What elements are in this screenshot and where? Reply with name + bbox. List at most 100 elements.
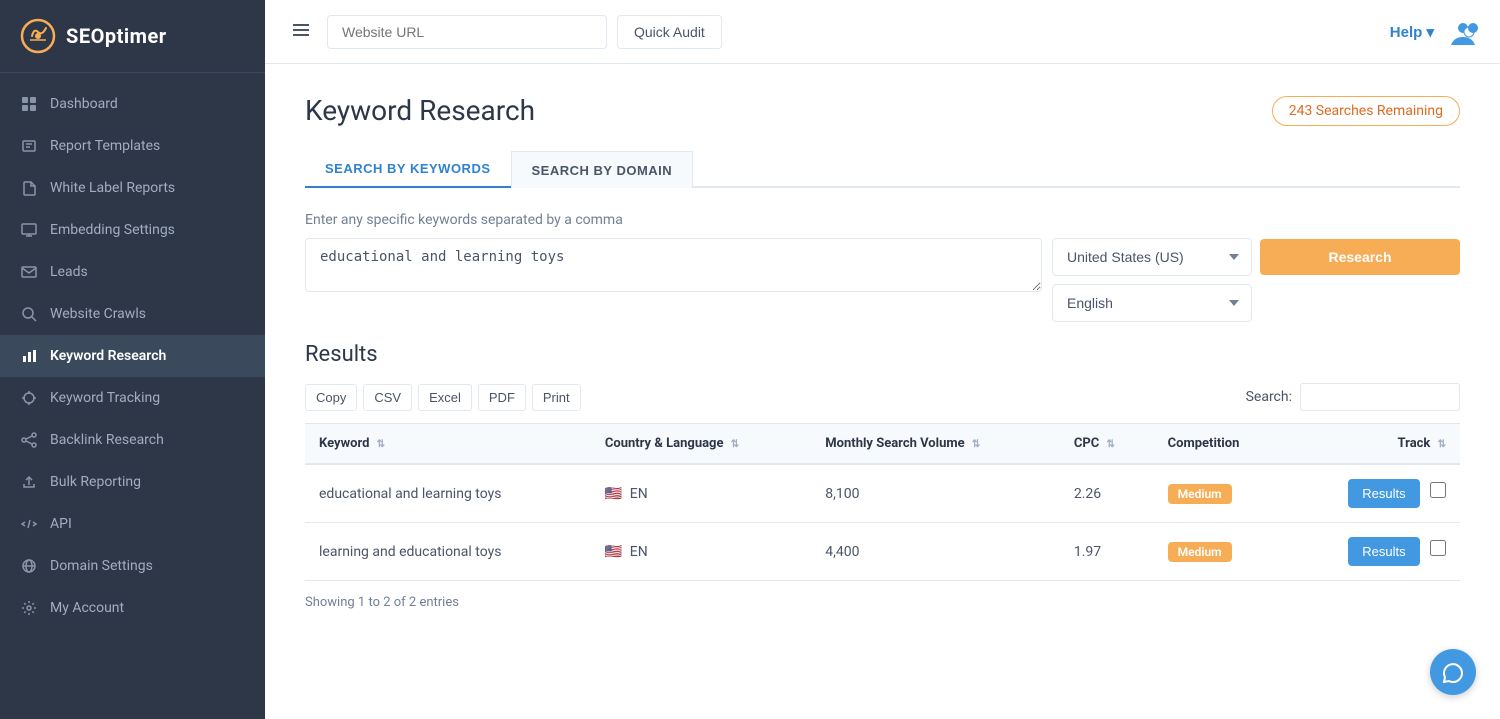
- col-track: Track ⇅: [1289, 424, 1460, 465]
- upload-icon: [20, 473, 38, 491]
- sidebar-item-backlink-research-label: Backlink Research: [50, 432, 164, 448]
- sidebar-item-dashboard[interactable]: Dashboard: [0, 83, 265, 125]
- competition-badge-1: Medium: [1168, 484, 1232, 504]
- content-area: Keyword Research 243 Searches Remaining …: [265, 64, 1500, 719]
- seoptimer-logo-icon: [20, 18, 56, 54]
- sidebar-item-domain-settings-label: Domain Settings: [50, 558, 153, 574]
- mail-icon: [20, 263, 38, 281]
- logo-area: SEOptimer: [0, 0, 265, 73]
- sidebar-item-leads-label: Leads: [50, 264, 88, 280]
- search-controls: United States (US) United Kingdom (UK) C…: [1052, 238, 1460, 322]
- sidebar-item-website-crawls-label: Website Crawls: [50, 306, 146, 322]
- help-button[interactable]: Help ▾: [1390, 23, 1434, 41]
- sidebar-item-domain-settings[interactable]: Domain Settings: [0, 545, 265, 587]
- chat-bubble-button[interactable]: [1430, 649, 1476, 695]
- table-header-row: Keyword ⇅ Country & Language ⇅ Monthly S…: [305, 424, 1460, 465]
- table-row: learning and educational toys 🇺🇸 EN 4,40…: [305, 523, 1460, 581]
- keyword-sort-icon[interactable]: ⇅: [377, 439, 385, 450]
- competition-cell-2: Medium: [1154, 523, 1290, 581]
- quick-audit-button[interactable]: Quick Audit: [617, 15, 722, 49]
- sidebar-item-dashboard-label: Dashboard: [50, 96, 118, 112]
- col-cpc: CPC ⇅: [1060, 424, 1154, 465]
- sidebar-item-api-label: API: [50, 516, 72, 532]
- col-keyword: Keyword ⇅: [305, 424, 591, 465]
- crosshair-icon: [20, 389, 38, 407]
- col-country-lang: Country & Language ⇅: [591, 424, 811, 465]
- search-row: United States (US) United Kingdom (UK) C…: [305, 238, 1460, 322]
- flag-icon-1: 🇺🇸: [605, 486, 622, 502]
- user-avatar-icon[interactable]: [1446, 15, 1480, 49]
- print-button[interactable]: Print: [532, 384, 581, 411]
- country-lang-cell-1: 🇺🇸 EN: [591, 464, 811, 523]
- competition-cell-1: Medium: [1154, 464, 1290, 523]
- sidebar-item-backlink-research[interactable]: Backlink Research: [0, 419, 265, 461]
- tab-search-by-keywords[interactable]: SEARCH BY KEYWORDS: [305, 151, 511, 188]
- results-button-1[interactable]: Results: [1348, 479, 1419, 508]
- sidebar: SEOptimer Dashboard Report Templates Whi…: [0, 0, 265, 719]
- sidebar-item-keyword-research-label: Keyword Research: [50, 348, 166, 364]
- sidebar-item-leads[interactable]: Leads: [0, 251, 265, 293]
- search-filter: Search:: [1246, 383, 1460, 411]
- topbar-right: Help ▾: [1390, 15, 1480, 49]
- keyword-link-2[interactable]: learning and educational toys: [319, 544, 501, 560]
- monthly-search-sort-icon[interactable]: ⇅: [972, 439, 980, 450]
- table-search-input[interactable]: [1300, 383, 1460, 411]
- keyword-cell-1: educational and learning toys: [305, 464, 591, 523]
- col-monthly-search: Monthly Search Volume ⇅: [811, 424, 1060, 465]
- results-toolbar: Copy CSV Excel PDF Print Search:: [305, 383, 1460, 411]
- sidebar-item-report-templates[interactable]: Report Templates: [0, 125, 265, 167]
- sidebar-item-keyword-tracking[interactable]: Keyword Tracking: [0, 377, 265, 419]
- sidebar-item-website-crawls[interactable]: Website Crawls: [0, 293, 265, 335]
- hamburger-button[interactable]: [285, 14, 317, 49]
- sidebar-item-api[interactable]: API: [0, 503, 265, 545]
- sidebar-item-keyword-research[interactable]: Keyword Research: [0, 335, 265, 377]
- keyword-cell-2: learning and educational toys: [305, 523, 591, 581]
- settings-icon: [20, 599, 38, 617]
- pdf-button[interactable]: PDF: [478, 384, 526, 411]
- csv-button[interactable]: CSV: [363, 384, 412, 411]
- showing-text: Showing 1 to 2 of 2 entries: [305, 595, 1460, 610]
- sidebar-item-bulk-reporting-label: Bulk Reporting: [50, 474, 141, 490]
- topbar: Quick Audit Help ▾: [265, 0, 1500, 64]
- tab-search-by-domain[interactable]: SEARCH BY DOMAIN: [511, 151, 694, 188]
- col-competition: Competition: [1154, 424, 1290, 465]
- search-icon: [20, 305, 38, 323]
- table-row: educational and learning toys 🇺🇸 EN 8,10…: [305, 464, 1460, 523]
- country-lang-cell-2: 🇺🇸 EN: [591, 523, 811, 581]
- track-sort-icon[interactable]: ⇅: [1438, 439, 1446, 450]
- excel-button[interactable]: Excel: [418, 384, 472, 411]
- track-cell-2: Results: [1289, 523, 1460, 581]
- bar-chart-icon: [20, 347, 38, 365]
- results-button-2[interactable]: Results: [1348, 537, 1419, 566]
- sidebar-item-embedding-label: Embedding Settings: [50, 222, 175, 238]
- sidebar-item-white-label[interactable]: White Label Reports: [0, 167, 265, 209]
- export-buttons: Copy CSV Excel PDF Print: [305, 384, 581, 411]
- country-select[interactable]: United States (US) United Kingdom (UK) C…: [1052, 238, 1252, 276]
- research-button[interactable]: Research: [1260, 239, 1460, 275]
- keyword-link-1[interactable]: educational and learning toys: [319, 486, 501, 502]
- language-select[interactable]: English Spanish French German: [1052, 284, 1252, 322]
- main-area: Quick Audit Help ▾ Keyword Research 243 …: [265, 0, 1500, 719]
- sidebar-nav: Dashboard Report Templates White Label R…: [0, 73, 265, 719]
- track-checkbox-2[interactable]: [1430, 540, 1446, 556]
- cpc-cell-2: 1.97: [1060, 523, 1154, 581]
- copy-button[interactable]: Copy: [305, 384, 357, 411]
- globe-icon: [20, 557, 38, 575]
- country-sort-icon[interactable]: ⇅: [731, 439, 739, 450]
- cpc-sort-icon[interactable]: ⇅: [1106, 439, 1114, 450]
- monitor-icon: [20, 221, 38, 239]
- content-header: Keyword Research 243 Searches Remaining: [305, 94, 1460, 127]
- monthly-search-cell-2: 4,400: [811, 523, 1060, 581]
- keyword-input[interactable]: [305, 238, 1042, 292]
- grid-icon: [20, 95, 38, 113]
- sidebar-item-my-account-label: My Account: [50, 600, 124, 616]
- competition-badge-2: Medium: [1168, 542, 1232, 562]
- code-icon: [20, 515, 38, 533]
- sidebar-item-my-account[interactable]: My Account: [0, 587, 265, 629]
- url-input[interactable]: [327, 15, 607, 49]
- sidebar-item-bulk-reporting[interactable]: Bulk Reporting: [0, 461, 265, 503]
- search-tabs: SEARCH BY KEYWORDS SEARCH BY DOMAIN: [305, 151, 1460, 188]
- sidebar-item-keyword-tracking-label: Keyword Tracking: [50, 390, 160, 406]
- track-checkbox-1[interactable]: [1430, 482, 1446, 498]
- sidebar-item-embedding[interactable]: Embedding Settings: [0, 209, 265, 251]
